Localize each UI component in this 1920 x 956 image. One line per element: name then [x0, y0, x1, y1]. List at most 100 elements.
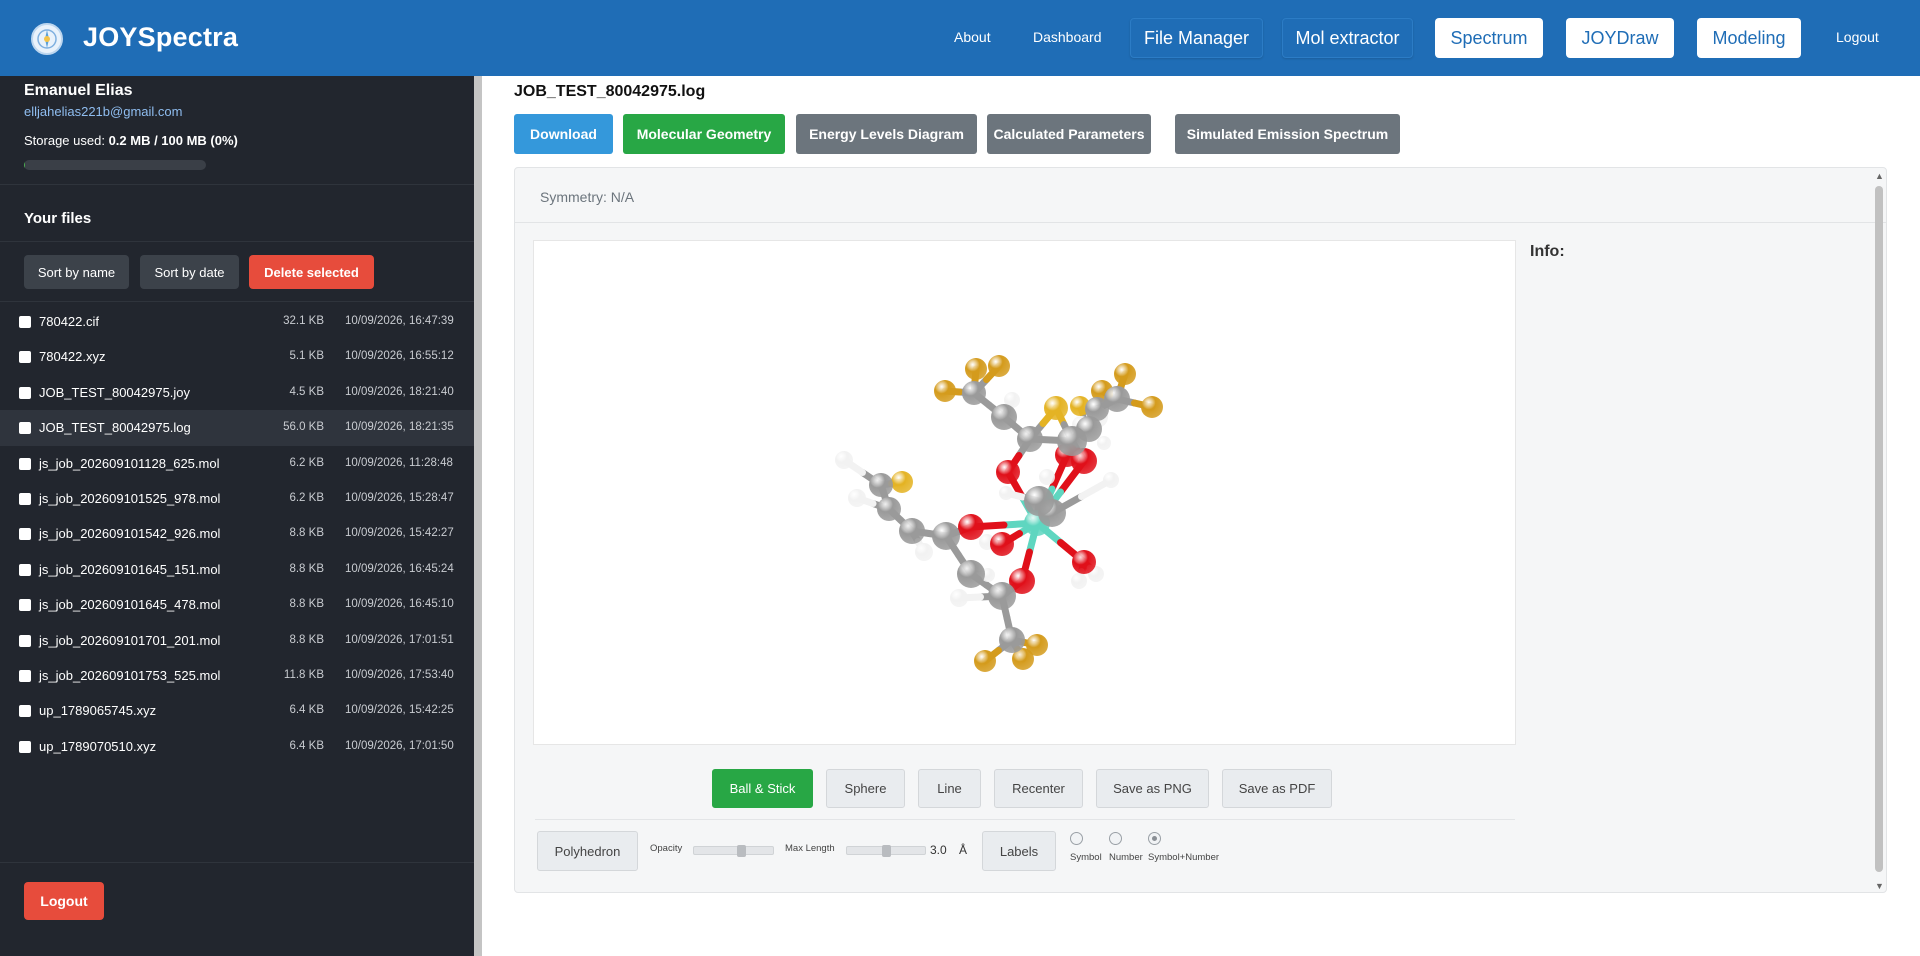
file-name[interactable]: JOB_TEST_80042975.log	[39, 420, 191, 435]
file-row[interactable]: js_job_202609101753_525.mol 11.8 KB 10/09/…	[0, 658, 474, 693]
atom-sphere	[999, 486, 1013, 500]
file-row[interactable]: js_job_202609101542_926.mol 8.8 KB 10/09/2…	[0, 516, 474, 551]
atom-sphere	[965, 358, 987, 380]
file-checkbox[interactable]	[19, 386, 31, 399]
sort-by-name-button[interactable]: Sort by name	[24, 255, 129, 289]
file-row[interactable]: 780422.cif 32.1 KB 10/09/2026, 16:47:39	[0, 304, 474, 339]
tab-molecular-geometry[interactable]: Molecular Geometry	[623, 114, 785, 154]
atom-sphere	[932, 522, 960, 550]
file-checkbox[interactable]	[19, 563, 31, 576]
sort-by-date-button[interactable]: Sort by date	[140, 255, 239, 289]
max-length-label: Max Length	[785, 843, 835, 854]
file-name[interactable]: js_job_202609101645_478.mol	[39, 597, 220, 612]
tab-energy-levels-diagram[interactable]: Energy Levels Diagram	[796, 114, 977, 154]
opacity-label: Opacity	[650, 843, 683, 854]
save-as-png-button[interactable]: Save as PNG	[1096, 769, 1209, 808]
atom-sphere	[869, 473, 893, 497]
file-row[interactable]: 780422.xyz 5.1 KB 10/09/2026, 16:55:12	[0, 339, 474, 374]
atom-sphere	[1072, 550, 1096, 574]
delete-selected-button[interactable]: Delete selected	[249, 255, 374, 289]
file-row[interactable]: up_1789065745.xyz 6.4 KB 10/09/2026, 15:42…	[0, 693, 474, 728]
file-row[interactable]: js_job_202609101128_625.mol 6.2 KB 10/09/2…	[0, 446, 474, 481]
file-checkbox[interactable]	[19, 528, 31, 541]
file-checkbox[interactable]	[19, 599, 31, 612]
tab-simulated-emission-spectrum[interactable]: Simulated Emission Spectrum	[1175, 114, 1400, 154]
file-size: 56.0 KB	[283, 421, 324, 434]
file-name[interactable]: js_job_202609101645_151.mol	[39, 562, 220, 577]
user-email: elljahelias221b@gmail.com	[24, 104, 183, 119]
file-checkbox[interactable]	[19, 705, 31, 718]
divider	[0, 862, 474, 863]
nav-dashboard[interactable]: Dashboard	[1033, 29, 1102, 45]
line-button[interactable]: Line	[918, 769, 981, 808]
file-checkbox[interactable]	[19, 492, 31, 505]
app-brand[interactable]: JOYSpectra	[83, 22, 238, 53]
file-name[interactable]: js_job_202609101753_525.mol	[39, 668, 220, 683]
atom-sphere	[1071, 573, 1087, 589]
max-length-slider-thumb[interactable]	[882, 845, 891, 857]
sidebar-logout-button[interactable]: Logout	[24, 882, 104, 920]
file-name[interactable]: JOB_TEST_80042975.joy	[39, 385, 190, 400]
nav-about[interactable]: About	[954, 29, 991, 45]
file-name[interactable]: up_1789065745.xyz	[39, 703, 156, 718]
file-row[interactable]: JOB_TEST_80042975.joy 4.5 KB 10/09/2026, 1…	[0, 375, 474, 410]
file-row[interactable]: js_job_202609101645_478.mol 8.8 KB 10/09/2…	[0, 587, 474, 622]
label-mode-symbol-radio[interactable]	[1070, 832, 1083, 845]
file-name[interactable]: js_job_202609101128_625.mol	[39, 456, 219, 471]
label-mode-symbol-number-radio[interactable]	[1148, 832, 1161, 845]
nav-mol-extractor[interactable]: Mol extractor	[1282, 18, 1413, 58]
file-date: 10/09/2026, 17:01:51	[345, 633, 454, 646]
file-date: 10/09/2026, 18:21:40	[345, 385, 454, 398]
molecule-viewer[interactable]	[533, 240, 1516, 745]
scroll-up-icon[interactable]: ▲	[1875, 171, 1884, 181]
sidebar-resize-handle[interactable]	[474, 76, 482, 956]
download-button[interactable]: Download	[514, 114, 613, 154]
save-as-pdf-button[interactable]: Save as PDF	[1222, 769, 1332, 808]
file-row[interactable]: js_job_202609101701_201.mol 8.8 KB 10/09/2…	[0, 623, 474, 658]
molecule-canvas[interactable]	[534, 241, 1517, 746]
file-checkbox[interactable]	[19, 669, 31, 682]
atom-sphere	[877, 497, 901, 521]
nav-modeling[interactable]: Modeling	[1697, 18, 1801, 58]
file-checkbox[interactable]	[19, 422, 31, 435]
opacity-slider-thumb[interactable]	[737, 845, 746, 857]
file-row[interactable]: up_1789070510.xyz 6.4 KB 10/09/2026, 17:01…	[0, 729, 474, 764]
file-checkbox[interactable]	[19, 351, 31, 364]
polyhedron-button[interactable]: Polyhedron	[537, 831, 638, 871]
scroll-down-icon[interactable]: ▼	[1875, 881, 1884, 891]
max-length-slider[interactable]	[846, 845, 926, 857]
file-checkbox[interactable]	[19, 634, 31, 647]
opacity-slider[interactable]	[693, 845, 774, 857]
labels-button[interactable]: Labels	[982, 831, 1056, 871]
atom-sphere	[1097, 436, 1111, 450]
file-row[interactable]: js_job_202609101525_978.mol 6.2 KB 10/09/2…	[0, 481, 474, 516]
divider	[0, 301, 474, 302]
file-size: 8.8 KB	[289, 598, 324, 611]
recenter-button[interactable]: Recenter	[994, 769, 1083, 808]
length-unit: Å	[959, 843, 968, 857]
file-name[interactable]: js_job_202609101525_978.mol	[39, 491, 220, 506]
file-name[interactable]: 780422.cif	[39, 314, 99, 329]
panel-scrollbar[interactable]: ▲ ▼	[1872, 168, 1886, 892]
nav-joydraw[interactable]: JOYDraw	[1566, 18, 1674, 58]
sphere-button[interactable]: Sphere	[826, 769, 905, 808]
tab-calculated-parameters[interactable]: Calculated Parameters	[987, 114, 1151, 154]
file-row[interactable]: JOB_TEST_80042975.log 56.0 KB 10/09/2026, …	[0, 410, 474, 446]
nav-logout[interactable]: Logout	[1836, 29, 1879, 45]
file-checkbox[interactable]	[19, 316, 31, 328]
file-name[interactable]: js_job_202609101542_926.mol	[39, 526, 220, 541]
storage-usage: Storage used: 0.2 MB / 100 MB (0%)	[24, 133, 238, 148]
file-name[interactable]: js_job_202609101701_201.mol	[39, 633, 220, 648]
file-row[interactable]: js_job_202609101645_151.mol 8.8 KB 10/09/2…	[0, 552, 474, 587]
file-name[interactable]: 780422.xyz	[39, 349, 106, 364]
file-checkbox[interactable]	[19, 740, 31, 753]
files-heading: Your files	[24, 210, 92, 227]
nav-spectrum[interactable]: Spectrum	[1435, 18, 1543, 58]
scrollbar-thumb[interactable]	[1875, 186, 1883, 872]
label-mode-number-radio[interactable]	[1109, 832, 1122, 845]
file-name[interactable]: up_1789070510.xyz	[39, 739, 156, 754]
file-size: 6.2 KB	[289, 456, 324, 469]
nav-file-manager[interactable]: File Manager	[1130, 18, 1263, 58]
file-checkbox[interactable]	[19, 457, 31, 470]
ball-and-stick-button[interactable]: Ball & Stick	[712, 769, 813, 808]
